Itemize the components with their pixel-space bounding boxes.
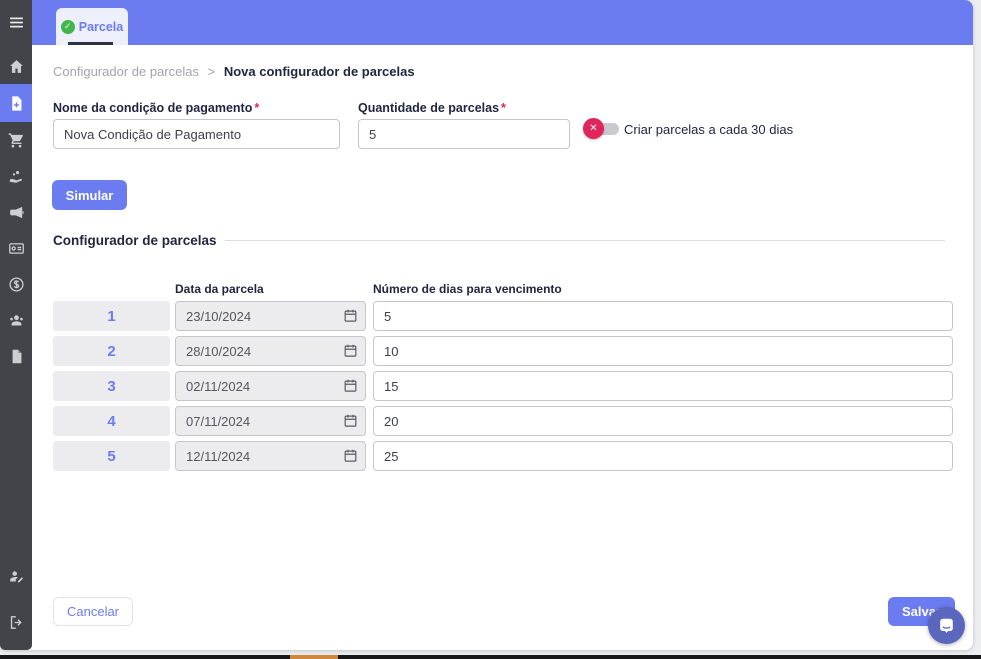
- parcel-rows: 1 2 3: [0, 301, 973, 476]
- calendar-icon: [343, 378, 358, 393]
- days-input[interactable]: [373, 371, 953, 401]
- days-input[interactable]: [373, 406, 953, 436]
- column-header-days: Número de dias para vencimento: [373, 282, 562, 296]
- date-input[interactable]: [175, 336, 366, 366]
- user-edit-icon[interactable]: [0, 558, 32, 594]
- breadcrumb-current: Nova configurador de parcelas: [224, 64, 415, 79]
- cancel-button[interactable]: Cancelar: [53, 597, 133, 626]
- row-number: 2: [53, 336, 170, 366]
- date-input[interactable]: [175, 406, 366, 436]
- quantity-field-label: Quantidade de parcelas*: [358, 101, 506, 115]
- row-number: 5: [53, 441, 170, 471]
- days-input[interactable]: [373, 301, 953, 331]
- tab-label: Parcela: [79, 20, 123, 34]
- quantity-input[interactable]: [358, 119, 570, 149]
- table-row: 3: [0, 371, 973, 401]
- table-row: 1: [0, 301, 973, 331]
- every-30-days-toggle[interactable]: ✕: [583, 118, 619, 140]
- cart-icon[interactable]: [0, 122, 32, 158]
- date-input[interactable]: [175, 301, 366, 331]
- screen: ✓ Parcela Configurador de parcelas > Nov…: [0, 0, 981, 659]
- table-row: 2: [0, 336, 973, 366]
- tab-parcela[interactable]: ✓ Parcela: [56, 8, 128, 45]
- bottom-bar-orange-segment: [290, 655, 338, 659]
- date-field: [175, 301, 366, 331]
- section-title: Configurador de parcelas: [53, 233, 217, 248]
- payment-condition-name-input[interactable]: [53, 119, 340, 149]
- calendar-icon: [343, 448, 358, 463]
- megaphone-icon[interactable]: [0, 194, 32, 230]
- required-asterisk: *: [254, 101, 259, 115]
- money-check-icon[interactable]: [0, 230, 32, 266]
- check-circle-icon: ✓: [61, 20, 75, 34]
- row-number: 3: [53, 371, 170, 401]
- breadcrumb-parent[interactable]: Configurador de parcelas: [53, 64, 199, 79]
- name-field-label: Nome da condição de pagamento*: [53, 101, 259, 115]
- date-input[interactable]: [175, 371, 366, 401]
- toggle-label: Criar parcelas a cada 30 dias: [624, 122, 793, 137]
- chat-bubble-icon: [937, 616, 956, 635]
- row-number: 1: [53, 301, 170, 331]
- date-field: [175, 336, 366, 366]
- days-input[interactable]: [373, 441, 953, 471]
- calendar-icon: [343, 343, 358, 358]
- app-window: ✓ Parcela Configurador de parcelas > Nov…: [0, 0, 973, 650]
- section-header: Configurador de parcelas: [53, 233, 945, 248]
- topbar: ✓ Parcela: [32, 0, 973, 45]
- row-number: 4: [53, 406, 170, 436]
- column-header-date: Data da parcela: [175, 282, 264, 296]
- logout-icon[interactable]: [0, 604, 32, 640]
- home-icon[interactable]: [0, 48, 32, 84]
- section-divider: [225, 240, 945, 241]
- menu-icon[interactable]: [0, 4, 32, 40]
- dollar-circle-icon[interactable]: [0, 266, 32, 302]
- bottom-bar: [0, 655, 981, 659]
- days-input[interactable]: [373, 336, 953, 366]
- chat-bubble-button[interactable]: [928, 607, 965, 644]
- document-add-icon[interactable]: [0, 84, 32, 122]
- simulate-button[interactable]: Simular: [52, 180, 127, 210]
- table-row: 5: [0, 441, 973, 471]
- tab-active-underline: [68, 42, 113, 45]
- calendar-icon: [343, 413, 358, 428]
- hand-coins-icon[interactable]: [0, 158, 32, 194]
- breadcrumb: Configurador de parcelas > Nova configur…: [53, 64, 415, 79]
- date-field: [175, 371, 366, 401]
- required-asterisk: *: [501, 101, 506, 115]
- breadcrumb-separator: >: [208, 64, 216, 79]
- date-input[interactable]: [175, 441, 366, 471]
- calendar-icon: [343, 308, 358, 323]
- x-circle-icon: ✕: [583, 118, 604, 139]
- table-row: 4: [0, 406, 973, 436]
- date-field: [175, 406, 366, 436]
- date-field: [175, 441, 366, 471]
